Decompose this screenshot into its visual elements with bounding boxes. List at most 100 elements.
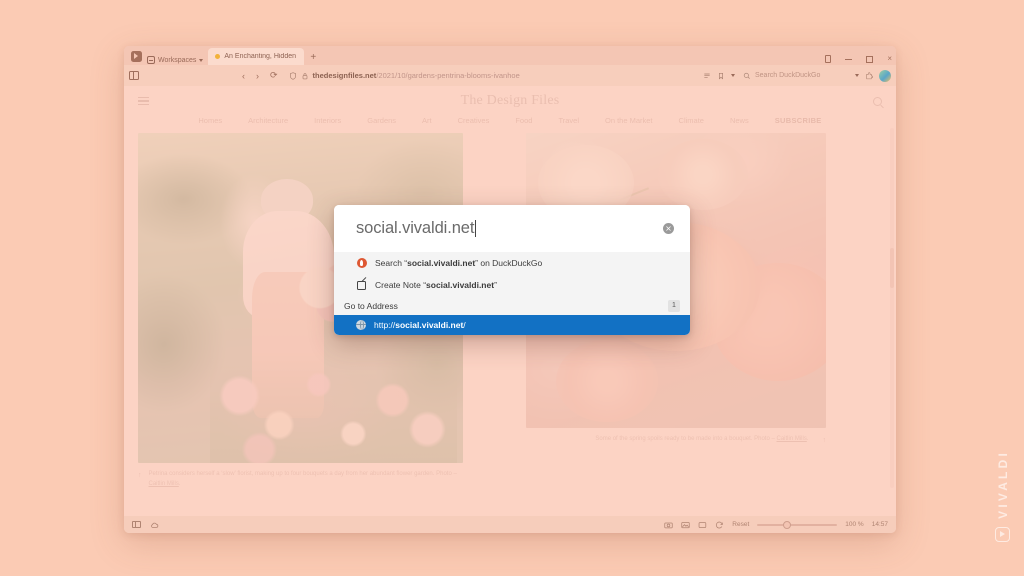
caption-text: Some of the spring spoils ready to be ma…: [595, 436, 809, 442]
close-icon[interactable]: ×: [887, 55, 892, 63]
duckduckgo-icon: [356, 258, 367, 269]
minimize-icon[interactable]: [845, 58, 853, 60]
section-label: Go to Address: [344, 300, 398, 311]
url-domain: thedesignfiles.net: [312, 71, 377, 80]
caption-arrow-icon: ↑: [822, 437, 827, 444]
nav-item-interiors[interactable]: Interiors: [301, 116, 354, 125]
trash-icon[interactable]: [825, 55, 832, 63]
vivaldi-logo-icon[interactable]: [128, 48, 144, 64]
url-autocomplete-popup: social.vivaldi.net × Search “social.viva…: [334, 205, 690, 335]
zoom-reset-button[interactable]: Reset: [732, 521, 749, 528]
suggestion-go-to-address[interactable]: http://social.vivaldi.net/: [334, 315, 690, 335]
page-scrollbar[interactable]: [890, 128, 894, 488]
scrollbar-thumb[interactable]: [890, 248, 894, 288]
address-text: thedesignfiles.net/2021/10/gardens-pentr…: [313, 71, 520, 80]
workspaces-button[interactable]: Workspaces: [147, 56, 204, 64]
nav-item-travel[interactable]: Travel: [545, 116, 592, 125]
back-button[interactable]: ‹: [242, 71, 245, 81]
nav-item-art[interactable]: Art: [409, 116, 445, 125]
search-field[interactable]: Search DuckDuckGo: [741, 69, 859, 83]
vivaldi-logo-icon: [995, 527, 1010, 542]
photo-caption-1: ↑ Petrina considers herself a ‘slow’ flo…: [138, 463, 463, 490]
zoom-slider-knob[interactable]: [783, 520, 792, 529]
tab-item-active[interactable]: An Enchanting, Hidden Flo: [208, 48, 305, 65]
extension-icon[interactable]: [865, 71, 873, 80]
clock-label: 14:57: [871, 521, 888, 528]
watermark-label: VIVALDI: [995, 450, 1010, 519]
image-toggle-icon[interactable]: [681, 521, 690, 529]
status-bar-right: Reset 100 % 14:57: [664, 520, 888, 529]
workspaces-label: Workspaces: [158, 56, 197, 64]
nav-item-homes[interactable]: Homes: [185, 116, 235, 125]
tab-title: An Enchanting, Hidden Flo: [224, 53, 297, 60]
nav-item-on-the-market[interactable]: On the Market: [592, 116, 666, 125]
suggestion-create-note[interactable]: Create Note “social.vivaldi.net”: [334, 274, 690, 296]
browser-window: Workspaces An Enchanting, Hidden Flo + ×…: [124, 46, 896, 533]
chevron-down-icon[interactable]: [731, 74, 735, 77]
caption-text: Petrina considers herself a ‘slow’ flori…: [148, 471, 457, 487]
maximize-icon[interactable]: [866, 55, 874, 63]
zoom-slider[interactable]: [757, 520, 838, 529]
workspaces-icon: [147, 56, 155, 64]
panel-toggle-icon[interactable]: [129, 71, 139, 80]
clear-input-icon[interactable]: ×: [663, 223, 674, 234]
search-icon[interactable]: [873, 96, 882, 106]
tile-tabs-icon[interactable]: [698, 521, 707, 529]
nav-item-food[interactable]: Food: [502, 116, 545, 125]
address-field[interactable]: thedesignfiles.net/2021/10/gardens-pentr…: [289, 69, 696, 83]
nav-item-creatives[interactable]: Creatives: [445, 116, 503, 125]
search-placeholder: Search DuckDuckGo: [755, 72, 821, 79]
url-input[interactable]: social.vivaldi.net: [356, 219, 663, 238]
page-content: The Design Files Homes Architecture Inte…: [124, 86, 896, 516]
text-caret: [475, 220, 477, 237]
url-path: /2021/10/gardens-pentrina-blooms-ivanhoe: [376, 71, 520, 80]
nav-item-climate[interactable]: Climate: [666, 116, 717, 125]
capture-page-icon[interactable]: [664, 521, 673, 529]
shield-icon[interactable]: [289, 71, 297, 80]
browser-toolbar: ‹ › ⟳ thedesignfiles.net/2021/10/gardens…: [124, 65, 896, 86]
nav-item-gardens[interactable]: Gardens: [354, 116, 409, 125]
reader-view-icon[interactable]: [703, 72, 711, 80]
chevron-down-icon: [199, 58, 204, 62]
animation-toggle-icon[interactable]: [715, 521, 724, 529]
forward-button[interactable]: ›: [256, 71, 259, 81]
section-count-badge: 1: [668, 299, 680, 312]
nav-item-subscribe[interactable]: SUBSCRIBE: [762, 116, 835, 125]
tab-bar: Workspaces An Enchanting, Hidden Flo + ×: [124, 46, 896, 65]
caption-credit-link[interactable]: Caitlin Mills: [149, 481, 179, 487]
bookmark-icon[interactable]: [717, 72, 725, 80]
search-icon: [743, 72, 750, 79]
suggestion-search-duckduckgo[interactable]: Search “social.vivaldi.net” on DuckDuckG…: [334, 252, 690, 274]
url-input-value: social.vivaldi.net: [356, 219, 475, 237]
reload-button[interactable]: ⟳: [270, 70, 278, 81]
toolbar-right-group: Search DuckDuckGo: [703, 69, 891, 83]
nav-item-news[interactable]: News: [717, 116, 762, 125]
url-popup-input-row[interactable]: social.vivaldi.net ×: [334, 205, 690, 252]
status-bar: Reset 100 % 14:57: [124, 516, 896, 533]
globe-icon: [356, 320, 366, 330]
suggestion-url: http://social.vivaldi.net/: [374, 320, 466, 330]
chevron-down-icon[interactable]: [855, 74, 859, 77]
site-title: The Design Files: [460, 93, 560, 108]
suggestion-label: Create Note “social.vivaldi.net”: [375, 280, 497, 290]
photo-caption-2: ↑ Some of the spring spoils ready to be …: [526, 428, 826, 447]
new-tab-button[interactable]: +: [310, 53, 316, 63]
create-note-icon: [356, 280, 367, 291]
caption-credit-link[interactable]: Caitlin Mills: [776, 436, 806, 442]
nav-item-architecture[interactable]: Architecture: [235, 116, 301, 125]
lock-icon: [302, 72, 307, 79]
flower-bed: [209, 350, 457, 463]
go-to-address-header: Go to Address 1: [334, 296, 690, 315]
suggestion-label: Search “social.vivaldi.net” on DuckDuckG…: [375, 258, 543, 268]
window-controls: ×: [825, 55, 892, 63]
suggestion-list: Search “social.vivaldi.net” on DuckDuckG…: [334, 252, 690, 335]
vivaldi-watermark: VIVALDI: [995, 450, 1010, 542]
site-header: The Design Files: [124, 86, 896, 116]
panel-toggle-icon[interactable]: [132, 521, 141, 528]
navigation-buttons: ‹ › ⟳: [242, 70, 278, 81]
zoom-level-label: 100 %: [845, 521, 864, 528]
profile-avatar[interactable]: [879, 69, 891, 82]
cloud-icon[interactable]: [150, 521, 159, 529]
caption-arrow-icon: ↑: [138, 472, 142, 479]
tab-favicon: [215, 54, 221, 59]
